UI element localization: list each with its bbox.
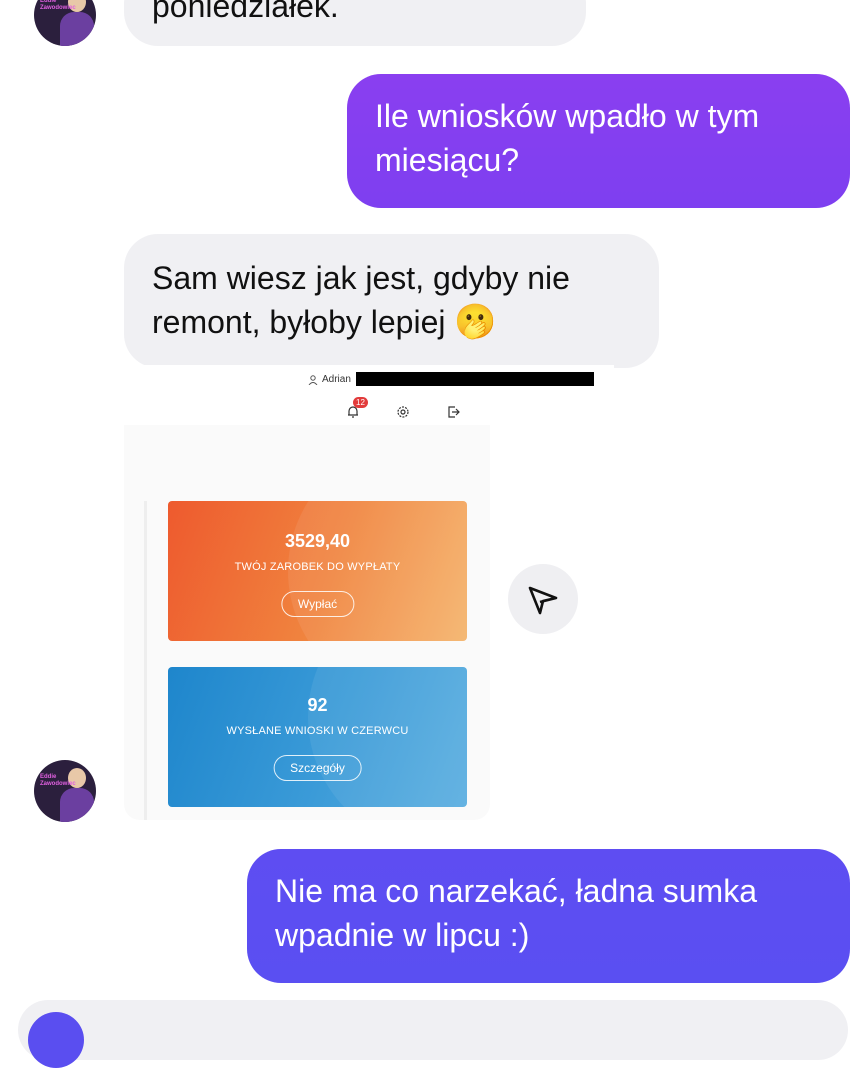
message-text: Sam wiesz jak jest, gdyby nie remont, by… bbox=[152, 260, 570, 340]
screenshot-header: Adrian bbox=[304, 371, 594, 387]
message-text: Nie ma co narzekać, ładna sumka wpadnie … bbox=[275, 873, 757, 953]
redaction-bar bbox=[356, 372, 594, 386]
card-glow bbox=[308, 667, 467, 807]
earnings-card: 3529,40 TWÓJ ZAROBEK DO WYPŁATY Wypłać bbox=[168, 501, 467, 641]
message-composer[interactable] bbox=[18, 1000, 848, 1068]
avatar-logo-text: Eddie Zawodowiec bbox=[40, 0, 76, 11]
applications-value: 92 bbox=[307, 695, 328, 715]
message-text: poniedziałek. bbox=[152, 0, 339, 24]
gear-icon bbox=[397, 406, 409, 418]
earnings-value: 3529,40 bbox=[284, 531, 351, 551]
incoming-message[interactable]: Sam wiesz jak jest, gdyby nie remont, by… bbox=[124, 234, 659, 368]
message-text: Ile wniosków wpadło w tym miesiącu? bbox=[375, 98, 760, 178]
dashboard-panel: 3529,40 TWÓJ ZAROBEK DO WYPŁATY Wypłać 9… bbox=[124, 425, 490, 820]
bell-button[interactable]: 12 bbox=[346, 397, 368, 421]
logout-button[interactable] bbox=[446, 405, 460, 424]
paper-plane-icon bbox=[528, 586, 558, 615]
withdraw-button[interactable]: Wypłać bbox=[280, 591, 355, 617]
contact-avatar[interactable]: Eddie Zawodowiec bbox=[34, 760, 96, 822]
user-icon bbox=[308, 375, 318, 385]
user-name: Adrian bbox=[322, 374, 351, 385]
avatar-figure bbox=[60, 788, 94, 822]
share-button[interactable] bbox=[508, 564, 578, 634]
logout-icon bbox=[448, 406, 460, 418]
outgoing-message[interactable]: Nie ma co narzekać, ładna sumka wpadnie … bbox=[247, 849, 850, 983]
camera-button[interactable] bbox=[28, 1012, 84, 1068]
applications-card: 92 WYSŁANE WNIOSKI W CZERWCU Szczegóły bbox=[168, 667, 467, 807]
emoji-hand-over-mouth: 🫢 bbox=[454, 303, 497, 341]
contact-avatar[interactable]: Eddie Zawodowiec bbox=[34, 0, 96, 46]
details-button[interactable]: Szczegóły bbox=[273, 755, 362, 781]
applications-label: WYSŁANE WNIOSKI W CZERWCU bbox=[226, 725, 409, 737]
outgoing-message[interactable]: Ile wniosków wpadło w tym miesiącu? bbox=[347, 74, 850, 208]
panel-sidebar-edge bbox=[144, 501, 147, 820]
incoming-message[interactable]: poniedziałek. bbox=[124, 0, 586, 46]
avatar-figure bbox=[60, 12, 94, 46]
avatar-logo-text: Eddie Zawodowiec bbox=[40, 774, 76, 787]
earnings-label: TWÓJ ZAROBEK DO WYPŁATY bbox=[234, 561, 401, 573]
settings-button[interactable] bbox=[396, 405, 410, 424]
notification-badge: 12 bbox=[353, 397, 368, 408]
